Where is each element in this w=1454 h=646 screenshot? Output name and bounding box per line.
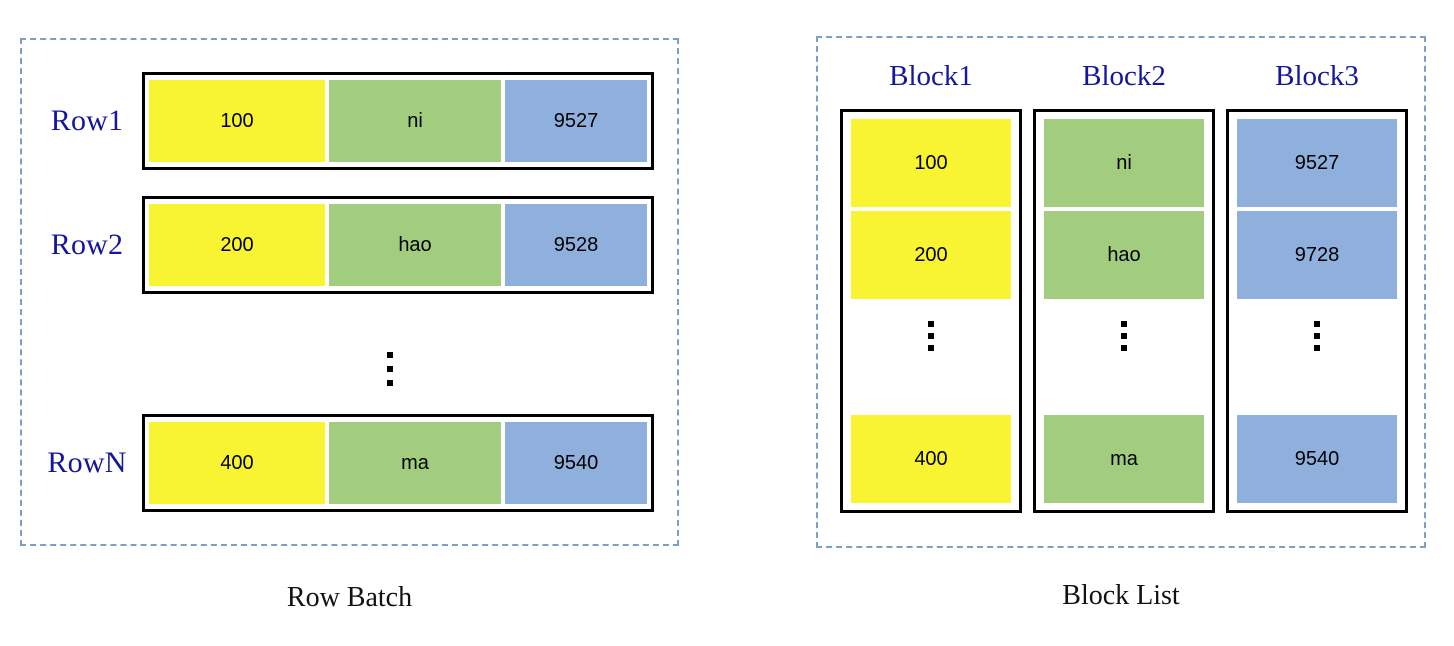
block-cell-2-2: hao [1044,211,1204,299]
block-1-vertical-ellipsis-icon [924,321,938,351]
block-list-caption: Block List [1062,580,1180,611]
block-column-1: Block1 100 200 400 [840,38,1022,513]
block-cell-3-2: 9728 [1237,211,1397,299]
row-cell-id-n: 400 [149,422,325,504]
block-list-container: Block1 100 200 400 Block2 ni hao ma Bloc… [816,36,1426,548]
row-cell-name-n: ma [329,422,501,504]
ellipsis-dot [1314,345,1320,351]
ellipsis-dot [387,366,393,372]
row-entry-2: Row2 200 hao 9528 [32,196,654,294]
ellipsis-dot [1314,321,1320,327]
ellipsis-dot [928,333,934,339]
row-box-1: 100 ni 9527 [142,72,654,170]
block-column-3: Block3 9527 9728 9540 [1226,38,1408,513]
row-batch-caption: Row Batch [286,582,413,613]
row-label-2: Row2 [50,228,124,261]
block-cell-1-2: 200 [851,211,1011,299]
block-title-3: Block3 [1275,60,1359,92]
ellipsis-dot [387,380,393,386]
block-title-1: Block1 [889,60,973,92]
block-title-2: Block2 [1082,60,1166,92]
block-gap-1 [851,299,1011,415]
row-cell-id-1: 100 [149,80,325,162]
ellipsis-dot [1121,321,1127,327]
row-cell-num-2: 9528 [505,204,647,286]
row-batch-container: Row1 100 ni 9527 Row2 200 hao 9528 RowN … [20,38,679,546]
block-box-2: ni hao ma [1033,109,1215,513]
row-cell-name-1: ni [329,80,501,162]
row-box-n: 400 ma 9540 [142,414,654,512]
ellipsis-dot [1121,333,1127,339]
block-cell-1-3: 400 [851,415,1011,503]
block-box-1: 100 200 400 [840,109,1022,513]
block-cell-3-3: 9540 [1237,415,1397,503]
row-label-1: Row1 [50,104,124,137]
row-label-n: RowN [47,446,127,479]
block-column-2: Block2 ni hao ma [1033,38,1215,513]
row-cell-id-2: 200 [149,204,325,286]
block-gap-3 [1237,299,1397,415]
row-entry-1: Row1 100 ni 9527 [32,72,654,170]
block-cell-2-3: ma [1044,415,1204,503]
row-entry-n: RowN 400 ma 9540 [32,414,654,512]
row-cell-num-1: 9527 [505,80,647,162]
ellipsis-dot [387,352,393,358]
row-box-2: 200 hao 9528 [142,196,654,294]
block-2-vertical-ellipsis-icon [1117,321,1131,351]
block-gap-2 [1044,299,1204,415]
ellipsis-dot [1121,345,1127,351]
block-cell-3-1: 9527 [1237,119,1397,207]
block-cell-1-1: 100 [851,119,1011,207]
ellipsis-dot [928,345,934,351]
row-cell-name-2: hao [329,204,501,286]
ellipsis-dot [928,321,934,327]
ellipsis-dot [1314,333,1320,339]
block-3-vertical-ellipsis-icon [1310,321,1324,351]
row-cell-num-n: 9540 [505,422,647,504]
block-box-3: 9527 9728 9540 [1226,109,1408,513]
row-batch-vertical-ellipsis-icon [383,352,397,386]
block-cell-2-1: ni [1044,119,1204,207]
